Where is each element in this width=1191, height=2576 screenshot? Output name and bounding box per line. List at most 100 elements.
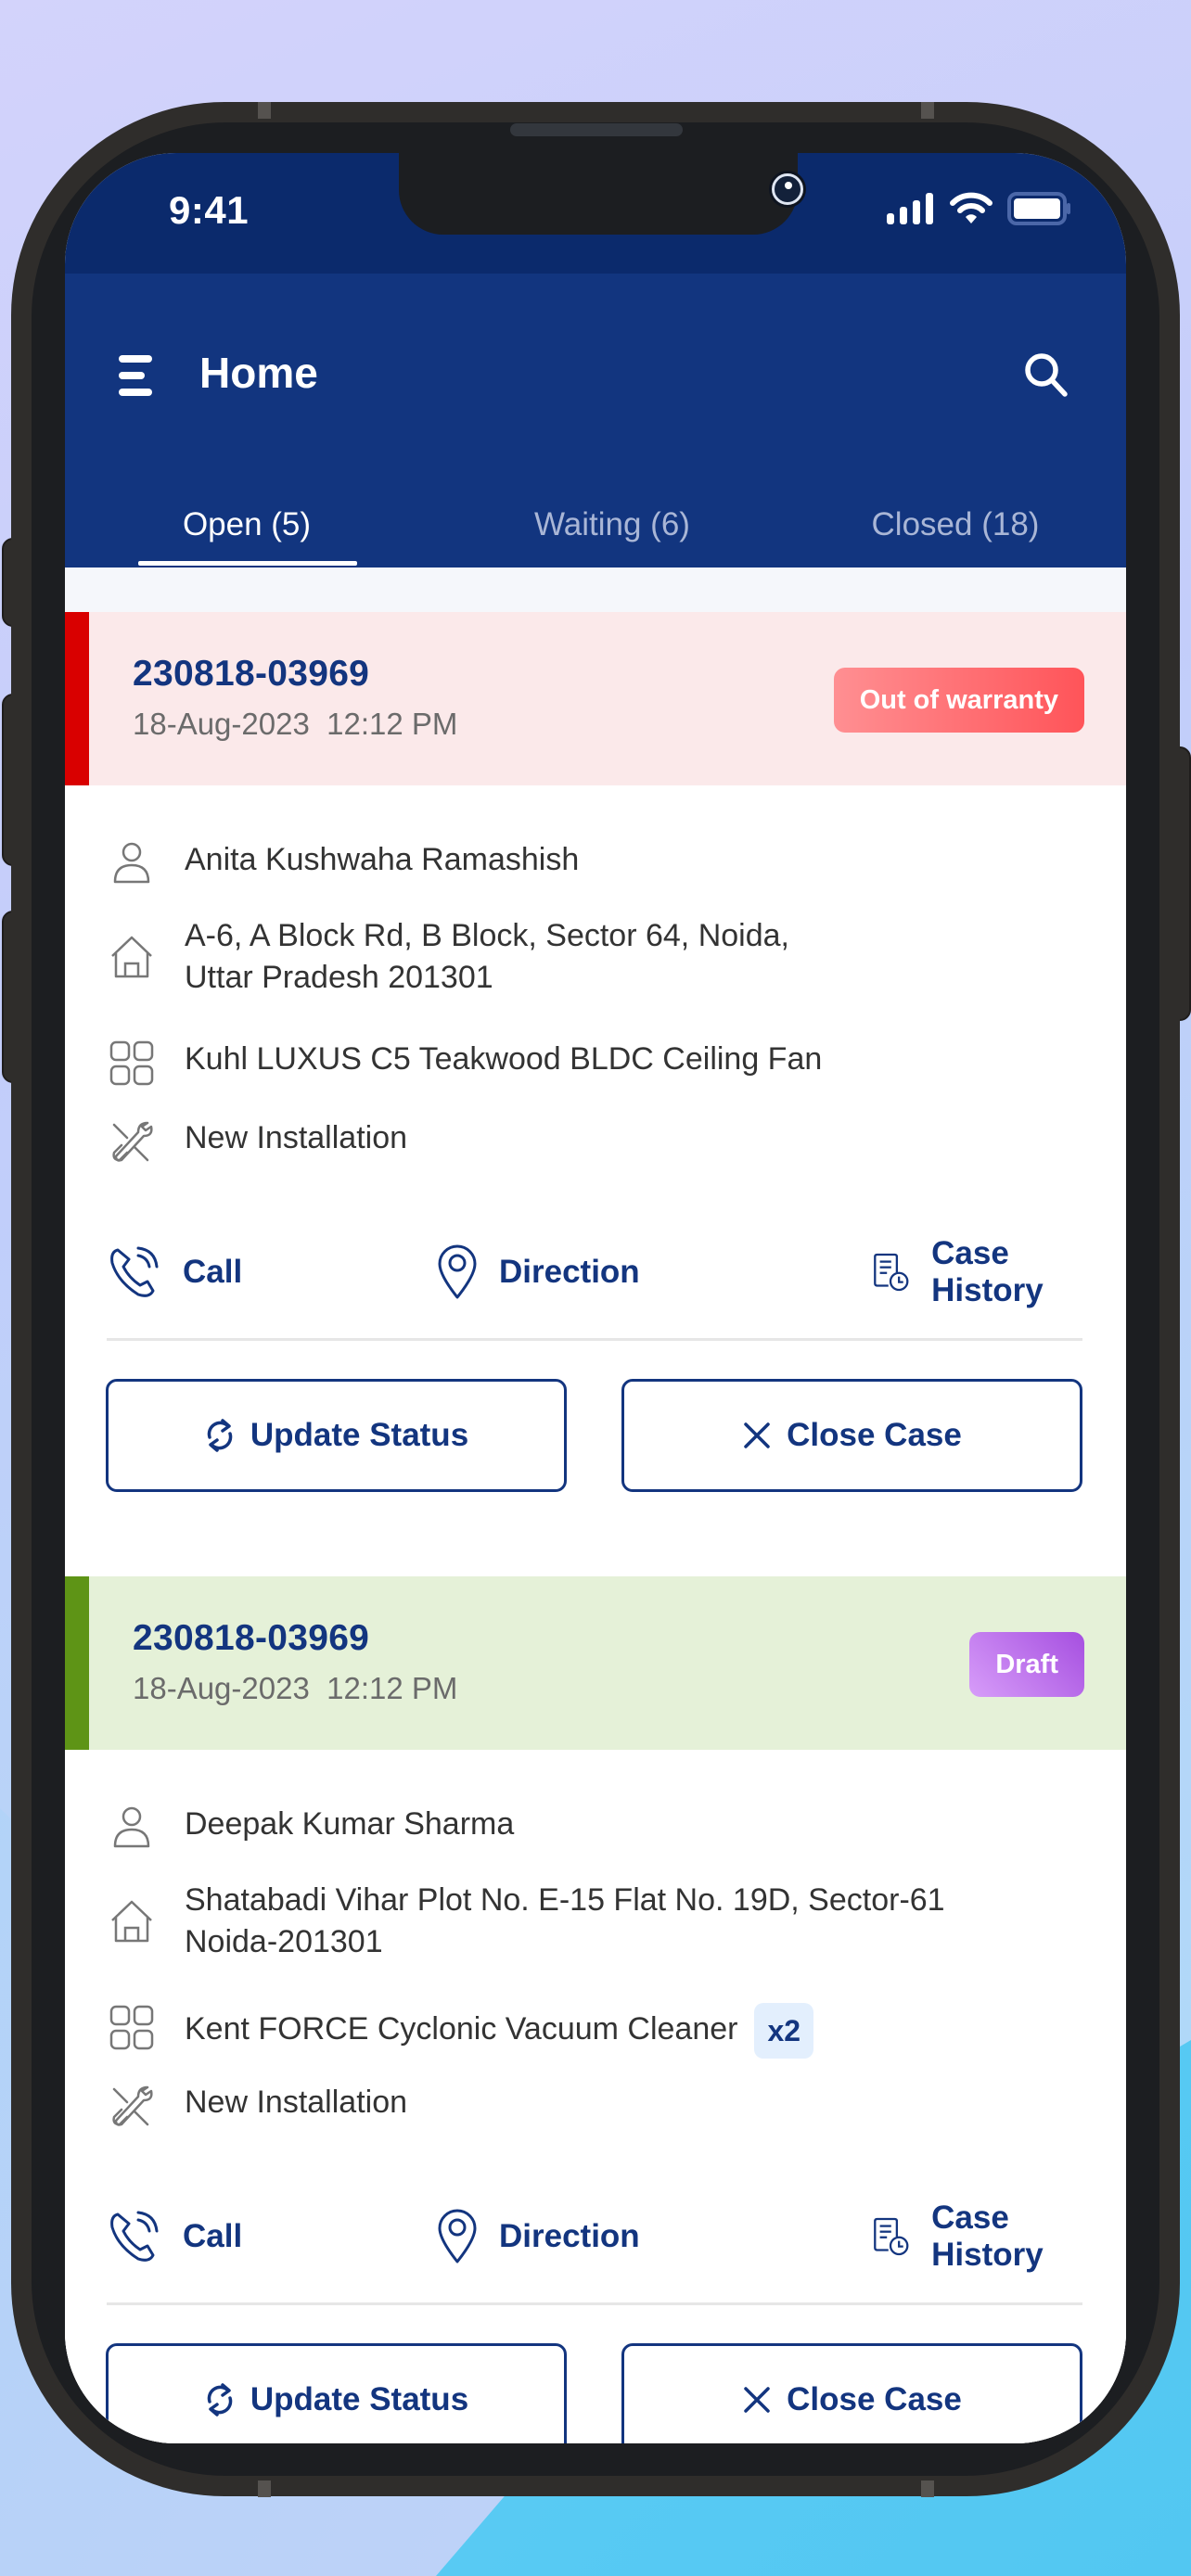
case-id: 230818-03969	[133, 1618, 370, 1658]
case-history-label: Case History	[931, 2200, 1044, 2273]
tab-label: Closed (18)	[871, 506, 1040, 542]
customer-row: Anita Kushwaha Ramashish	[107, 839, 579, 889]
phone-call-icon	[110, 2211, 159, 2262]
product-name: Kent FORCE Cyclonic Vacuum Cleaner x2	[185, 2003, 814, 2059]
tab-closed[interactable]: Closed (18)	[816, 482, 1095, 567]
address-text: Shatabadi Vihar Plot No. E-15 Flat No. 1…	[185, 1880, 945, 1963]
status-badge: Draft	[969, 1632, 1084, 1697]
frame-antenna-line	[258, 102, 271, 119]
tab-label: Open (5)	[182, 506, 312, 542]
quantity-badge: x2	[754, 2003, 814, 2059]
close-case-label: Close Case	[787, 1417, 962, 1453]
case-list: 230818-03969 18-Aug-2023 12:12 PM Out of…	[65, 567, 1126, 2443]
speaker-grille	[510, 123, 683, 136]
update-status-button[interactable]: Update Status	[106, 2343, 567, 2443]
status-icons	[887, 192, 1072, 225]
case-id: 230818-03969	[133, 654, 370, 694]
close-case-label: Close Case	[787, 2381, 962, 2417]
customer-name: Anita Kushwaha Ramashish	[185, 842, 580, 877]
address-line-2: Noida-201301	[185, 1924, 383, 1959]
product-name: Kuhl LUXUS C5 Teakwood BLDC Ceiling Fan	[185, 1041, 823, 1077]
call-label: Call	[183, 1254, 243, 1290]
call-action[interactable]: Call	[107, 1240, 242, 1305]
address-line-1: A-6, A Block Rd, B Block, Sector 64, Noi…	[185, 918, 789, 953]
user-icon	[113, 1806, 150, 1848]
phone-screen: 9:41 Home Open (5) Waiting (6) Closed (1…	[65, 153, 1126, 2443]
tools-icon	[112, 2085, 153, 2126]
product-row: Kuhl LUXUS C5 Teakwood BLDC Ceiling Fan	[107, 1039, 822, 1089]
tools-icon	[112, 1121, 153, 1162]
status-accent-bar	[65, 612, 89, 785]
service-type: New Installation	[185, 1120, 408, 1155]
refresh-icon	[207, 1419, 233, 1452]
service-type: New Installation	[185, 2085, 408, 2120]
call-action[interactable]: Call	[107, 2204, 242, 2269]
case-card[interactable]: 230818-03969 18-Aug-2023 12:12 PM Draft …	[65, 1576, 1126, 2443]
close-case-button[interactable]: Close Case	[621, 2343, 1082, 2443]
status-time: 9:41	[169, 188, 250, 232]
case-tabs: Open (5) Waiting (6) Closed (18)	[65, 482, 1126, 567]
address-row: A-6, A Block Rd, B Block, Sector 64, Noi…	[107, 915, 789, 999]
status-badge: Out of warranty	[833, 668, 1084, 733]
case-history-action[interactable]: Case History	[873, 2200, 1082, 2273]
quick-actions: Call Direction Case History	[107, 1235, 1082, 1308]
frame-antenna-line	[921, 2480, 934, 2497]
status-accent-bar	[65, 1576, 89, 1750]
notch	[399, 153, 803, 235]
divider	[107, 1338, 1082, 1341]
case-date: 18-Aug-2023 12:12 PM	[133, 1671, 458, 1705]
search-icon	[1025, 353, 1068, 397]
direction-action[interactable]: Direction	[436, 1240, 640, 1305]
hamburger-menu-icon	[119, 389, 152, 396]
hamburger-menu-icon	[119, 372, 145, 379]
active-tab-indicator	[138, 561, 357, 566]
update-status-label: Update Status	[250, 2381, 469, 2417]
product-grid-icon	[109, 2005, 154, 2050]
refresh-icon	[207, 2383, 233, 2417]
tab-label: Waiting (6)	[534, 506, 690, 542]
tab-waiting[interactable]: Waiting (6)	[473, 482, 751, 567]
update-status-button[interactable]: Update Status	[106, 1379, 567, 1492]
page-title: Home	[199, 349, 318, 397]
hamburger-menu-icon	[119, 355, 152, 363]
user-icon	[113, 842, 150, 884]
service-type-row: New Installation	[107, 1117, 407, 1167]
location-pin-icon	[438, 2209, 477, 2264]
close-icon	[744, 2387, 770, 2413]
product-grid-icon	[109, 1040, 154, 1086]
battery-icon	[1007, 192, 1070, 225]
phone-call-icon	[110, 1246, 159, 1297]
address-row: Shatabadi Vihar Plot No. E-15 Flat No. 1…	[107, 1880, 945, 1963]
address-text: A-6, A Block Rd, B Block, Sector 64, Noi…	[185, 915, 789, 999]
service-type-row: New Installation	[107, 2082, 407, 2132]
case-card[interactable]: 230818-03969 18-Aug-2023 12:12 PM Out of…	[65, 612, 1126, 1576]
location-pin-icon	[438, 1244, 477, 1299]
app-header: Home Open (5) Waiting (6) Closed (18)	[65, 274, 1126, 567]
wifi-icon	[950, 192, 992, 223]
status-bar: 9:41	[65, 153, 1126, 274]
close-case-button[interactable]: Close Case	[621, 1379, 1082, 1492]
home-icon	[111, 936, 152, 978]
direction-label: Direction	[499, 2218, 640, 2254]
direction-label: Direction	[499, 1254, 640, 1290]
customer-name: Deepak Kumar Sharma	[185, 1806, 515, 1842]
camera-icon	[772, 173, 803, 205]
product-row: Kent FORCE Cyclonic Vacuum Cleaner x2	[107, 2003, 814, 2059]
call-label: Call	[183, 2218, 243, 2254]
case-history-action[interactable]: Case History	[873, 1235, 1082, 1308]
case-history-icon	[874, 1253, 909, 1292]
tab-open[interactable]: Open (5)	[137, 482, 356, 567]
home-icon	[111, 1900, 152, 1943]
menu-button[interactable]	[119, 355, 160, 398]
quick-actions: Call Direction Case History	[107, 2200, 1082, 2273]
search-button[interactable]	[1019, 348, 1075, 403]
divider	[107, 2302, 1082, 2305]
update-status-label: Update Status	[250, 1417, 469, 1453]
address-line-2: Uttar Pradesh 201301	[185, 960, 493, 995]
case-card-header: 230818-03969 18-Aug-2023 12:12 PM Draft	[65, 1576, 1126, 1750]
address-line-1: Shatabadi Vihar Plot No. E-15 Flat No. 1…	[185, 1882, 945, 1918]
case-history-label: Case History	[931, 1235, 1044, 1308]
close-icon	[744, 1422, 770, 1448]
direction-action[interactable]: Direction	[436, 2204, 640, 2269]
product-label: Kent FORCE Cyclonic Vacuum Cleaner	[185, 2010, 738, 2047]
